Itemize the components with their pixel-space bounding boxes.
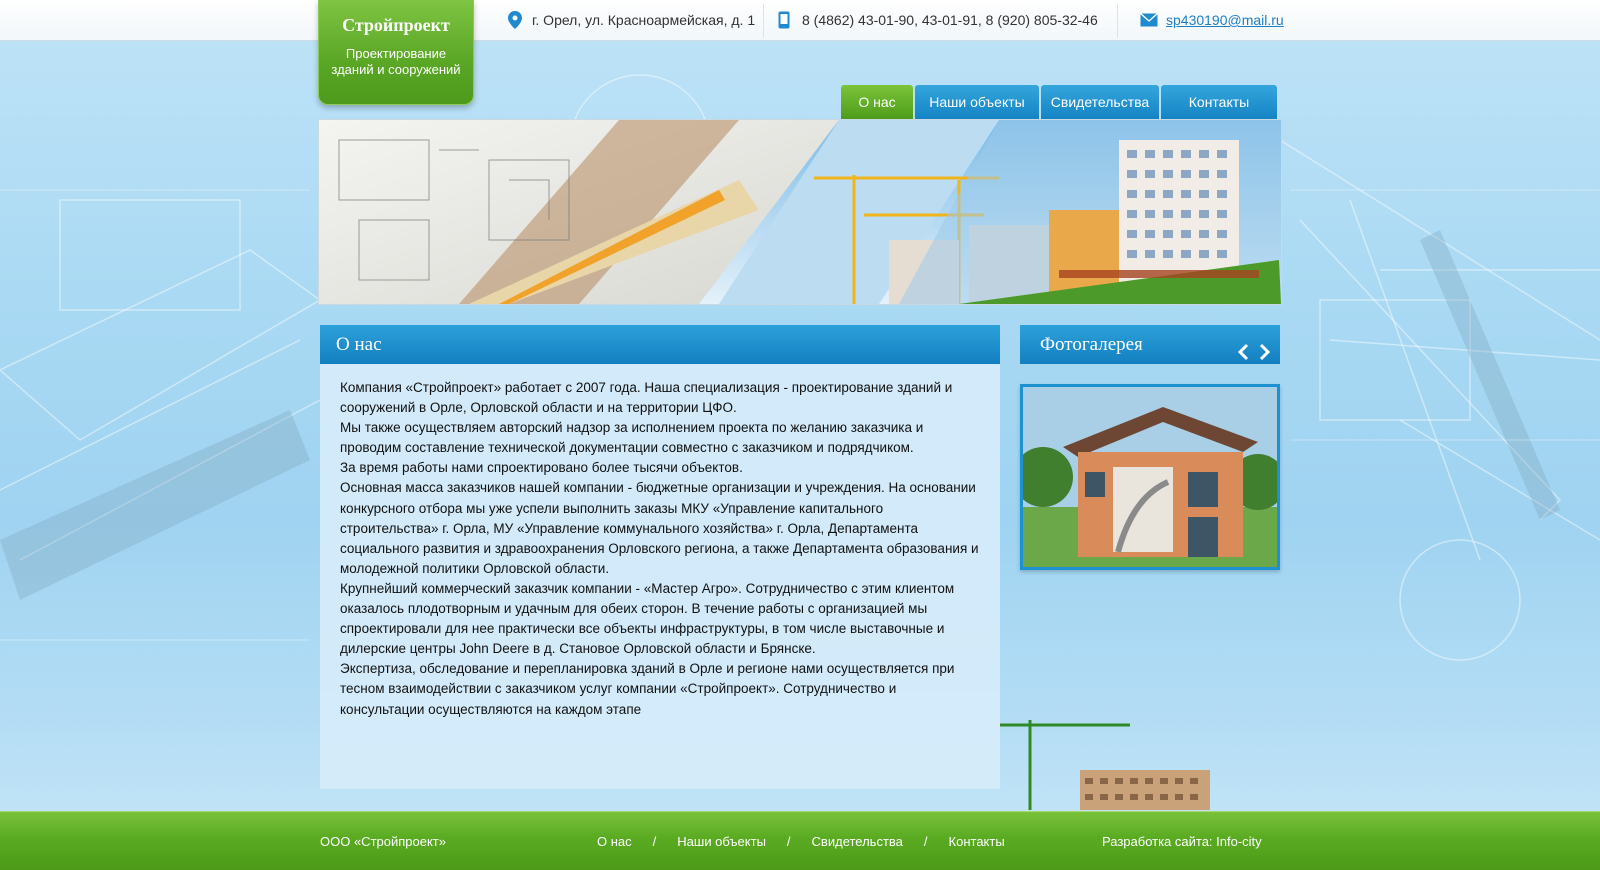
logo-subtitle-line: зданий и сооружений (331, 62, 461, 77)
content-title: О нас (320, 325, 1000, 364)
main-nav: О нас Наши объекты Свидетельства Контакт… (841, 85, 1279, 120)
site-logo[interactable]: Стройпроект Проектирование зданий и соор… (318, 0, 474, 105)
about-content-panel: О нас Компания «Стройпроект» работает с … (320, 325, 1000, 789)
chevron-left-icon[interactable] (1236, 336, 1252, 361)
divider (763, 4, 764, 38)
paragraph: За время работы нами спроектировано боле… (340, 460, 743, 476)
footer-link-certificates[interactable]: Свидетельства (812, 834, 903, 849)
footer-company: ООО «Стройпроект» (320, 834, 446, 849)
paragraph: Основная масса заказчиков нашей компании… (340, 480, 979, 576)
email-block: sp430190@mail.ru (1140, 0, 1284, 40)
chevron-right-icon[interactable] (1256, 336, 1272, 361)
nav-about[interactable]: О нас (841, 85, 913, 120)
phone-icon (778, 11, 794, 29)
mail-icon (1140, 12, 1158, 27)
phone-block: 8 (4862) 43-01-90, 43-01-91, 8 (920) 805… (778, 0, 1098, 40)
address-text: г. Орел, ул. Красноармейская, д. 1 (532, 12, 756, 28)
gallery-title: Фотогалерея (1040, 334, 1143, 355)
email-link[interactable]: sp430190@mail.ru (1166, 12, 1284, 28)
footer-separator: / (786, 834, 791, 849)
paragraph: Компания «Стройпроект» работает с 2007 г… (340, 380, 953, 416)
footer-link-about[interactable]: О нас (597, 834, 632, 849)
header-banner-image (318, 119, 1282, 305)
logo-subtitle: Проектирование зданий и сооружений (319, 46, 473, 78)
gallery-header: Фотогалерея (1020, 325, 1280, 364)
paragraph: Экспертиза, обследование и перепланировк… (340, 661, 955, 717)
about-text: Компания «Стройпроект» работает с 2007 г… (320, 364, 1000, 720)
address-block: г. Орел, ул. Красноармейская, д. 1 (508, 0, 755, 40)
footer-link-objects[interactable]: Наши объекты (677, 834, 766, 849)
phone-text: 8 (4862) 43-01-90, 43-01-91, 8 (920) 805… (802, 12, 1098, 28)
divider (1117, 4, 1118, 38)
footer-link-contacts[interactable]: Контакты (949, 834, 1005, 849)
paragraph: Крупнейший коммерческий заказчик компани… (340, 580, 955, 657)
footer-nav: О нас / Наши объекты / Свидетельства / К… (597, 834, 1005, 849)
nav-contacts[interactable]: Контакты (1161, 85, 1277, 120)
footer-developer-credit[interactable]: Разработка сайта: Info-city (1102, 834, 1262, 849)
footer-separator: / (652, 834, 657, 849)
nav-objects[interactable]: Наши объекты (915, 85, 1039, 120)
footer-separator: / (923, 834, 928, 849)
map-pin-icon (508, 11, 524, 29)
top-contact-bar: г. Орел, ул. Красноармейская, д. 1 8 (48… (0, 0, 1600, 41)
paragraph: Мы также осуществляем авторский надзор з… (340, 420, 924, 456)
gallery-photo[interactable] (1020, 384, 1280, 570)
nav-certificates[interactable]: Свидетельства (1041, 85, 1159, 120)
site-footer: ООО «Стройпроект» О нас / Наши объекты /… (0, 811, 1600, 870)
logo-title: Стройпроект (342, 15, 450, 35)
logo-subtitle-line: Проектирование (345, 46, 447, 61)
